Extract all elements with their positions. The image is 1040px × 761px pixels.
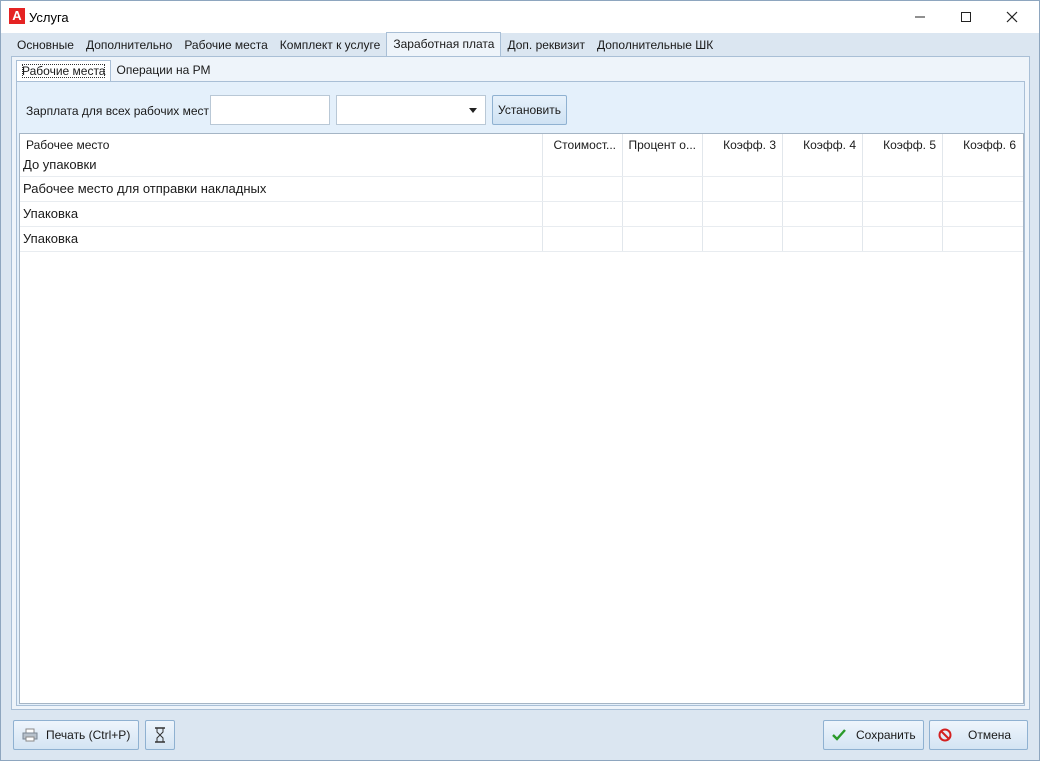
close-button[interactable]	[989, 1, 1035, 33]
save-button[interactable]: Сохранить	[823, 720, 924, 750]
workplace-cell: Рабочее место для отправки накладных	[23, 181, 267, 196]
salary-all-label: Зарплата для всех рабочих мест	[26, 104, 210, 118]
salary-tab-panel: Рабочие места Операции на РМ Зарплата дл…	[11, 56, 1030, 710]
tab-basic[interactable]: Основные	[11, 34, 80, 56]
table-row[interactable]: Упаковка	[20, 227, 1023, 252]
salary-amount-input[interactable]	[210, 95, 330, 125]
workplace-cell: Упаковка	[23, 206, 79, 221]
tab-additional[interactable]: Дополнительно	[80, 34, 178, 56]
workplaces-subpanel: Зарплата для всех рабочих мест Установит…	[16, 81, 1025, 706]
workplace-cell: Упаковка	[23, 231, 79, 246]
service-window: A Услуга Основные Дополнительно Рабочие …	[0, 0, 1040, 761]
minimize-icon	[915, 16, 925, 18]
set-salary-button[interactable]: Установить	[492, 95, 567, 125]
sub-tabs: Рабочие места Операции на РМ	[16, 60, 215, 83]
printer-icon	[21, 726, 39, 744]
app-logo-icon: A	[9, 8, 25, 24]
hourglass-icon	[155, 727, 165, 743]
window-title: Услуга	[29, 10, 69, 25]
workplaces-grid: Рабочее место Стоимост... Процент о... К…	[19, 133, 1024, 704]
save-button-label: Сохранить	[856, 728, 916, 742]
workplace-cell: До упаковки	[23, 157, 97, 172]
close-icon	[1006, 11, 1018, 23]
maximize-icon	[961, 12, 971, 22]
print-button[interactable]: Печать (Ctrl+P)	[13, 720, 139, 750]
main-tabs: Основные Дополнительно Рабочие места Ком…	[11, 32, 719, 57]
tab-extra-barcodes[interactable]: Дополнительные ШК	[591, 34, 719, 56]
tab-workplaces[interactable]: Рабочие места	[178, 34, 273, 56]
chevron-down-icon	[469, 108, 477, 113]
maximize-button[interactable]	[943, 1, 989, 33]
title-bar: A Услуга	[1, 1, 1039, 33]
cancel-button-label: Отмена	[968, 728, 1012, 742]
tab-service-kit[interactable]: Комплект к услуге	[274, 34, 387, 56]
hourglass-button[interactable]	[145, 720, 175, 750]
subtab-workplace-operations[interactable]: Операции на РМ	[111, 60, 215, 80]
table-row[interactable]: До упаковки	[20, 153, 1023, 177]
print-button-label: Печать (Ctrl+P)	[46, 728, 131, 742]
table-row[interactable]: Упаковка	[20, 202, 1023, 227]
tab-salary[interactable]: Заработная плата	[386, 32, 502, 57]
subtab-workplaces[interactable]: Рабочие места	[16, 60, 112, 83]
cancel-icon	[936, 726, 954, 744]
tab-extra-attribute[interactable]: Доп. реквизит	[501, 34, 590, 56]
subtab-workplaces-label: Рабочие места	[22, 64, 106, 78]
checkmark-icon	[830, 726, 848, 744]
salary-type-select[interactable]	[336, 95, 486, 125]
cancel-button[interactable]: Отмена	[929, 720, 1028, 750]
table-row[interactable]: Рабочее место для отправки накладных	[20, 177, 1023, 202]
minimize-button[interactable]	[897, 1, 943, 33]
